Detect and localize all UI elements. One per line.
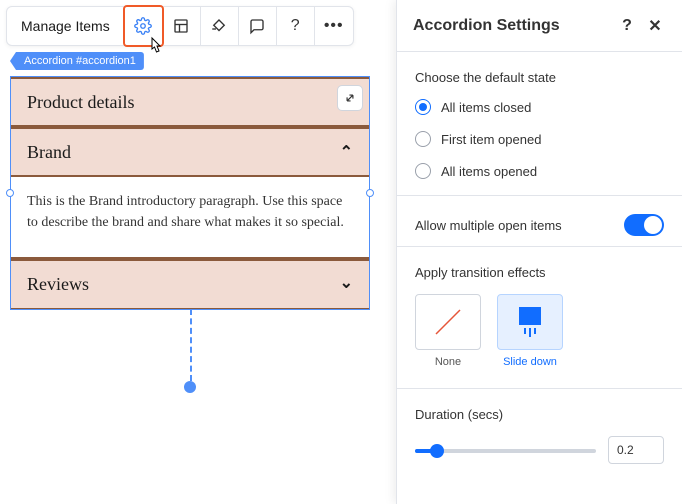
divider bbox=[397, 388, 682, 389]
settings-button[interactable] bbox=[125, 7, 163, 45]
resize-guide-line bbox=[190, 309, 192, 381]
accordion-header[interactable]: Product details bbox=[11, 77, 369, 127]
layout-button[interactable] bbox=[163, 7, 201, 45]
radio-icon bbox=[415, 99, 431, 115]
accordion-header[interactable]: Reviews ⌃ bbox=[11, 259, 369, 309]
expand-icon bbox=[343, 91, 357, 105]
editor-toolbar: Manage Items ? ••• bbox=[6, 6, 354, 46]
stretch-button[interactable] bbox=[337, 85, 363, 111]
accordion-item[interactable]: Product details bbox=[11, 77, 369, 127]
radio-all-opened[interactable]: All items opened bbox=[415, 163, 664, 179]
more-button[interactable]: ••• bbox=[315, 7, 353, 45]
accordion-header[interactable]: Brand ⌃ bbox=[11, 127, 369, 177]
default-state-label: Choose the default state bbox=[415, 70, 664, 85]
radio-label: First item opened bbox=[441, 132, 541, 147]
more-icon: ••• bbox=[324, 17, 344, 35]
radio-icon bbox=[415, 163, 431, 179]
panel-header: Accordion Settings ? ✕ bbox=[397, 0, 682, 52]
slider-knob[interactable] bbox=[430, 444, 444, 458]
accordion-item[interactable]: Brand ⌃ This is the Brand introductory p… bbox=[11, 127, 369, 259]
duration-slider[interactable] bbox=[415, 449, 596, 453]
allow-multiple-toggle[interactable] bbox=[624, 214, 664, 236]
animation-button[interactable] bbox=[201, 7, 239, 45]
breadcrumb[interactable]: Accordion #accordion1 bbox=[10, 52, 144, 70]
radio-label: All items closed bbox=[441, 100, 531, 115]
effect-slide-down[interactable]: Slide down bbox=[497, 294, 563, 368]
effect-none[interactable]: None bbox=[415, 294, 481, 368]
resize-handle-bottom[interactable] bbox=[184, 381, 196, 393]
radio-all-closed[interactable]: All items closed bbox=[415, 99, 664, 115]
help-button[interactable]: ? bbox=[277, 7, 315, 45]
accordion-item[interactable]: Reviews ⌃ bbox=[11, 259, 369, 309]
effect-label: None bbox=[435, 356, 461, 368]
comment-button[interactable] bbox=[239, 7, 277, 45]
layout-icon bbox=[172, 17, 190, 35]
help-icon: ? bbox=[622, 17, 632, 35]
help-icon: ? bbox=[291, 17, 300, 35]
duration-input[interactable]: 0.2 bbox=[608, 436, 664, 464]
accordion-title: Brand bbox=[27, 142, 71, 163]
resize-handle-left[interactable] bbox=[6, 189, 14, 197]
accordion-component[interactable]: Product details Brand ⌃ This is the Bran… bbox=[10, 76, 370, 310]
transition-label: Apply transition effects bbox=[415, 265, 664, 280]
gear-icon bbox=[134, 17, 152, 35]
close-icon: ✕ bbox=[648, 16, 661, 36]
settings-panel: Accordion Settings ? ✕ Choose the defaul… bbox=[396, 0, 682, 504]
radio-icon bbox=[415, 131, 431, 147]
accordion-title: Reviews bbox=[27, 274, 89, 295]
animation-icon bbox=[210, 17, 228, 35]
panel-title: Accordion Settings bbox=[413, 17, 610, 35]
divider bbox=[397, 195, 682, 196]
comment-icon bbox=[248, 17, 266, 35]
allow-multiple-label: Allow multiple open items bbox=[415, 218, 562, 233]
accordion-title: Product details bbox=[27, 92, 134, 113]
chevron-up-icon: ⌃ bbox=[340, 142, 353, 162]
accordion-body: This is the Brand introductory paragraph… bbox=[11, 177, 369, 259]
chevron-down-icon: ⌃ bbox=[340, 271, 353, 291]
panel-help-button[interactable]: ? bbox=[616, 15, 638, 37]
divider bbox=[397, 246, 682, 247]
radio-first-opened[interactable]: First item opened bbox=[415, 131, 664, 147]
effect-label: Slide down bbox=[503, 356, 557, 368]
panel-close-button[interactable]: ✕ bbox=[644, 15, 666, 37]
radio-label: All items opened bbox=[441, 164, 537, 179]
resize-handle-right[interactable] bbox=[366, 189, 374, 197]
slide-down-icon bbox=[519, 307, 541, 337]
duration-label: Duration (secs) bbox=[415, 407, 664, 422]
none-icon bbox=[430, 304, 466, 340]
manage-items-button[interactable]: Manage Items bbox=[7, 7, 125, 45]
